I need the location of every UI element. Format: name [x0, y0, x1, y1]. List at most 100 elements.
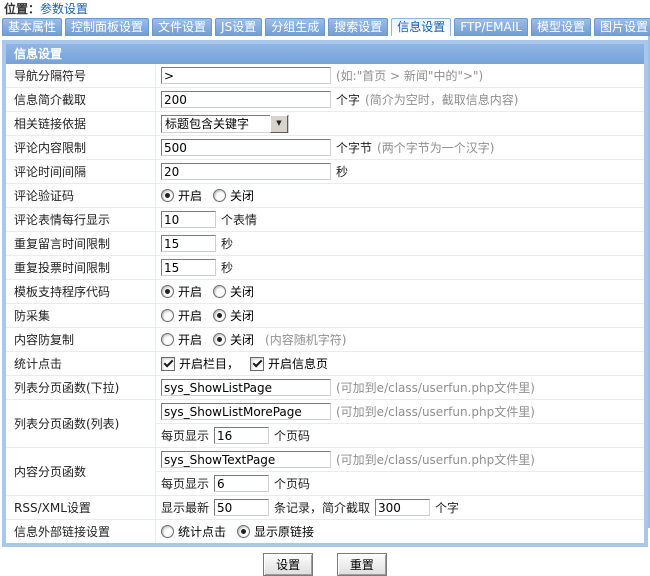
comment-emoticons-per-row-input-0[interactable] [161, 211, 216, 228]
radio-icon[interactable] [213, 285, 226, 298]
rss-xml-settings-input-1[interactable] [214, 499, 269, 516]
anti-collection-radio-0[interactable]: 开启 [161, 307, 202, 324]
field-text: 秒 [221, 235, 233, 252]
option-label: 关闭 [230, 331, 254, 348]
checkbox-icon[interactable] [161, 357, 175, 371]
row-field: 显示最新条记录，简介截取个字 [156, 496, 644, 519]
row-field: 开启 关闭 [156, 184, 644, 207]
comment-captcha-radio-0[interactable]: 开启 [161, 187, 202, 204]
tab-ftp-email[interactable]: FTP/EMAIL [454, 18, 528, 36]
field-line: (可加到e/class/userfun.php文件里) [156, 448, 644, 471]
comment-interval-input-0[interactable] [161, 163, 331, 180]
submit-button[interactable]: 设置 [263, 553, 313, 576]
option-label: 开启信息页 [268, 355, 328, 372]
option-label: 关闭 [230, 187, 254, 204]
tab-file[interactable]: 文件设置 [152, 18, 212, 36]
reset-button[interactable]: 重置 [337, 553, 387, 576]
tab-model[interactable]: 模型设置 [531, 18, 591, 36]
row-label: 内容分页函数 [6, 448, 156, 495]
settings-form: 导航分隔符号(如:"首页 > 新闻"中的">")信息简介截取个字(简介为空时，截… [6, 64, 644, 543]
radio-icon[interactable] [213, 309, 226, 322]
option-label: 显示原链接 [254, 523, 314, 540]
form-footer: 设置 重置 [0, 553, 650, 576]
radio-icon[interactable] [213, 189, 226, 202]
anti-collection-radio-1[interactable]: 关闭 [213, 307, 254, 324]
row-field: (可加到e/class/userfun.php文件里) [156, 376, 644, 399]
info-external-link-radio-1[interactable]: 显示原链接 [237, 523, 314, 540]
tab-info[interactable]: 信息设置 [391, 18, 451, 36]
row-field: 开启关闭 [156, 280, 644, 303]
field-text: 每页显示 [161, 475, 209, 492]
row-field: 开启栏目， 开启信息页 [156, 352, 644, 375]
info-intro-truncate-input-0[interactable] [161, 91, 331, 108]
field-line: 标题包含关键字▼ [156, 112, 644, 135]
row-field: (如:"首页 > 新闻"中的">") [156, 64, 644, 87]
tab-search[interactable]: 搜索设置 [328, 18, 388, 36]
template-program-code-radio-0[interactable]: 开启 [161, 283, 202, 300]
dropdown-arrow-icon[interactable]: ▼ [270, 115, 288, 133]
breadcrumb-link-settings[interactable]: 参数设置 [40, 2, 88, 16]
row-label: 防采集 [6, 304, 156, 327]
row-list-page-func-dropdown: 列表分页函数(下拉)(可加到e/class/userfun.php文件里) [6, 375, 644, 399]
field-line: 开启 关闭 [156, 184, 644, 207]
row-label: 相关链接依据 [6, 112, 156, 135]
list-page-func-list-input-0[interactable] [161, 403, 331, 420]
list-page-func-list-input-1[interactable] [214, 427, 269, 444]
field-line: 秒 [156, 256, 644, 279]
field-text: 每页显示 [161, 427, 209, 444]
comment-captcha-radio-1[interactable]: 关闭 [213, 187, 254, 204]
content-anti-copy-radio-1[interactable]: 关闭 [213, 331, 254, 348]
tab-image[interactable]: 图片设置 [594, 18, 650, 36]
row-list-page-func-list: 列表分页函数(列表)(可加到e/class/userfun.php文件里)每页显… [6, 399, 644, 447]
field-text: 显示最新 [161, 499, 209, 516]
field-line: (如:"首页 > 新闻"中的">") [156, 64, 644, 87]
radio-icon[interactable] [161, 309, 174, 322]
row-label: 内容防复制 [6, 328, 156, 351]
radio-icon[interactable] [161, 285, 174, 298]
tab-group-gen[interactable]: 分组生成 [265, 18, 325, 36]
radio-icon[interactable] [161, 333, 174, 346]
content-anti-copy-radio-0[interactable]: 开启 [161, 331, 202, 348]
row-comment-interval: 评论时间间隔秒 [6, 159, 644, 183]
radio-icon[interactable] [237, 525, 250, 538]
hint-text: (可加到e/class/userfun.php文件里) [336, 403, 535, 420]
rss-xml-settings-input-3[interactable] [375, 499, 430, 516]
radio-icon[interactable] [161, 189, 174, 202]
info-external-link-radio-0[interactable]: 统计点击 [161, 523, 226, 540]
click-statistics-check-0[interactable]: 开启栏目， [161, 355, 239, 372]
tab-basic[interactable]: 基本属性 [2, 18, 62, 36]
nav-separator-input-0[interactable] [161, 67, 331, 84]
row-info-intro-truncate: 信息简介截取个字(简介为空时，截取信息内容) [6, 87, 644, 111]
row-label: RSS/XML设置 [6, 496, 156, 519]
content-page-func-input-1[interactable] [214, 475, 269, 492]
repeat-message-limit-input-0[interactable] [161, 235, 216, 252]
field-line: 个字节(两个字节为一个汉字) [156, 136, 644, 159]
field-line: 显示最新条记录，简介截取个字 [156, 496, 644, 519]
related-link-basis-select[interactable]: 标题包含关键字▼ [161, 115, 289, 133]
field-line: 开启栏目， 开启信息页 [156, 352, 644, 375]
option-label: 关闭 [230, 307, 254, 324]
content-page-func-input-0[interactable] [161, 451, 331, 468]
row-label: 统计点击 [6, 352, 156, 375]
template-program-code-radio-1[interactable]: 关闭 [213, 283, 254, 300]
repeat-vote-limit-input-0[interactable] [161, 259, 216, 276]
row-label: 评论内容限制 [6, 136, 156, 159]
option-label: 开启 [178, 331, 202, 348]
field-line: 每页显示个页码 [156, 423, 644, 447]
row-field: 个字节(两个字节为一个汉字) [156, 136, 644, 159]
row-content-anti-copy: 内容防复制开启关闭(内容随机字符) [6, 327, 644, 351]
row-field: (可加到e/class/userfun.php文件里) 每页显示个页码 [156, 400, 644, 447]
field-line: (可加到e/class/userfun.php文件里) [156, 376, 644, 399]
radio-icon[interactable] [213, 333, 226, 346]
list-page-func-dropdown-input-0[interactable] [161, 379, 331, 396]
settings-panel: 信息设置 导航分隔符号(如:"首页 > 新闻"中的">")信息简介截取个字(简介… [2, 40, 648, 547]
breadcrumb-prefix: 位置： [4, 2, 40, 16]
tab-control-panel[interactable]: 控制面板设置 [65, 18, 149, 36]
tab-js[interactable]: JS设置 [215, 18, 262, 36]
click-statistics-check-1[interactable]: 开启信息页 [250, 355, 328, 372]
comment-content-limit-input-0[interactable] [161, 139, 331, 156]
radio-icon[interactable] [161, 525, 174, 538]
field-text: 个页码 [274, 475, 310, 492]
row-field: 秒 [156, 160, 644, 183]
checkbox-icon[interactable] [250, 357, 264, 371]
